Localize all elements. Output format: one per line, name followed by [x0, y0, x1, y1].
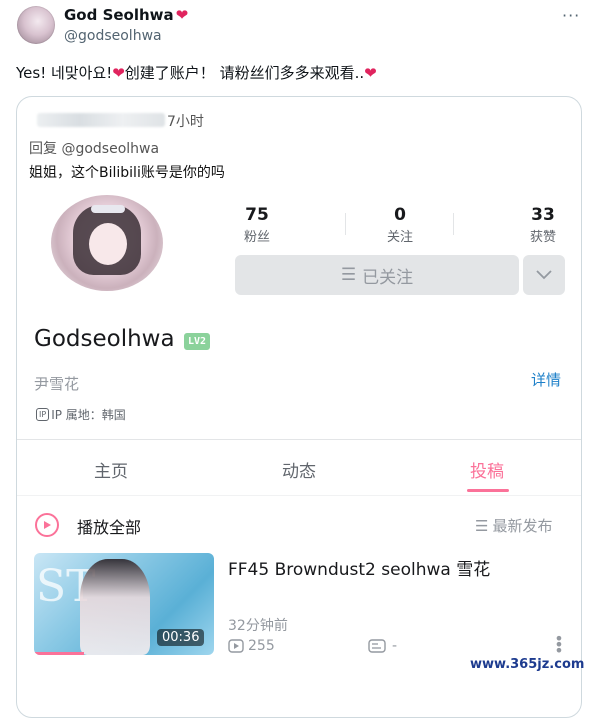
play-count-icon	[228, 639, 244, 653]
author-display-name[interactable]: God Seolhwa ❤	[64, 6, 188, 24]
following-label: 关注	[386, 230, 413, 245]
followers-stat[interactable]: 75 粉丝	[227, 205, 287, 245]
list-icon: ☰	[340, 265, 357, 285]
video-duration: 00:36	[157, 629, 205, 646]
stat-divider	[453, 213, 454, 235]
sort-button[interactable]: ☰ 最新发布	[475, 515, 552, 536]
sort-icon: ☰	[475, 516, 489, 535]
author-avatar[interactable]	[17, 6, 55, 44]
level-badge: LV2	[184, 333, 211, 350]
stat-divider	[345, 213, 346, 235]
heart-icon: ❤	[112, 63, 125, 82]
details-link[interactable]: 详情	[531, 369, 561, 390]
following-count: 0	[394, 205, 406, 225]
divider	[17, 439, 581, 440]
followed-button[interactable]: ☰ 已关注	[235, 255, 519, 295]
reply-to-label: 回复 @godseolhwa	[29, 141, 160, 157]
video-more-button[interactable]: • • •	[554, 631, 564, 659]
ip-location: IP IP 属地：韩国	[36, 406, 126, 423]
tab-uploads[interactable]: 投稿	[437, 457, 537, 482]
play-all-icon[interactable]	[35, 513, 59, 537]
embedded-screenshot[interactable]: 7小时 回复 @godseolhwa 姐姐，这个Bilibili账号是你的吗 7…	[16, 96, 582, 718]
tweet-text: Yes! 네맞아요! ❤ 创建了账户！ 请粉丝们多多来观看.. ❤	[16, 63, 377, 83]
video-danmaku: -	[368, 638, 397, 654]
tab-dynamics[interactable]: 动态	[249, 457, 349, 482]
reply-text: 姐姐，这个Bilibili账号是你的吗	[29, 165, 225, 181]
chevron-down-icon	[536, 270, 552, 280]
danmaku-icon	[368, 639, 386, 653]
watermark: www.365jz.com	[470, 657, 585, 672]
ip-icon: IP	[36, 408, 50, 421]
followers-count: 75	[245, 205, 269, 225]
following-stat[interactable]: 0 关注	[370, 205, 430, 245]
video-title[interactable]: FF45 Browndust2 seolhwa 雪花	[228, 555, 490, 580]
likes-stat[interactable]: 33 获赞	[513, 205, 573, 245]
tab-home[interactable]: 主页	[61, 457, 161, 482]
profile-signature: 尹雪花	[34, 375, 80, 393]
profile-username: Godseolhwa	[34, 326, 175, 352]
follow-dropdown-button[interactable]	[523, 255, 565, 295]
comment-time: 7小时	[167, 114, 204, 130]
blurred-username	[37, 113, 165, 127]
followers-label: 粉丝	[243, 230, 270, 245]
video-posted-time: 32分钟前	[228, 618, 288, 634]
active-tab-indicator	[467, 489, 509, 492]
watch-progress-bar	[34, 652, 85, 655]
divider	[17, 495, 581, 496]
likes-count: 33	[531, 205, 555, 225]
heart-icon: ❤	[364, 63, 377, 82]
heart-icon: ❤	[175, 6, 189, 24]
profile-avatar[interactable]	[51, 195, 163, 291]
author-handle[interactable]: @godseolhwa	[64, 28, 162, 44]
more-options-button[interactable]: ···	[562, 6, 580, 25]
video-views: 255	[228, 638, 275, 654]
likes-label: 获赞	[529, 230, 556, 245]
play-all-button[interactable]: 播放全部	[77, 514, 141, 538]
